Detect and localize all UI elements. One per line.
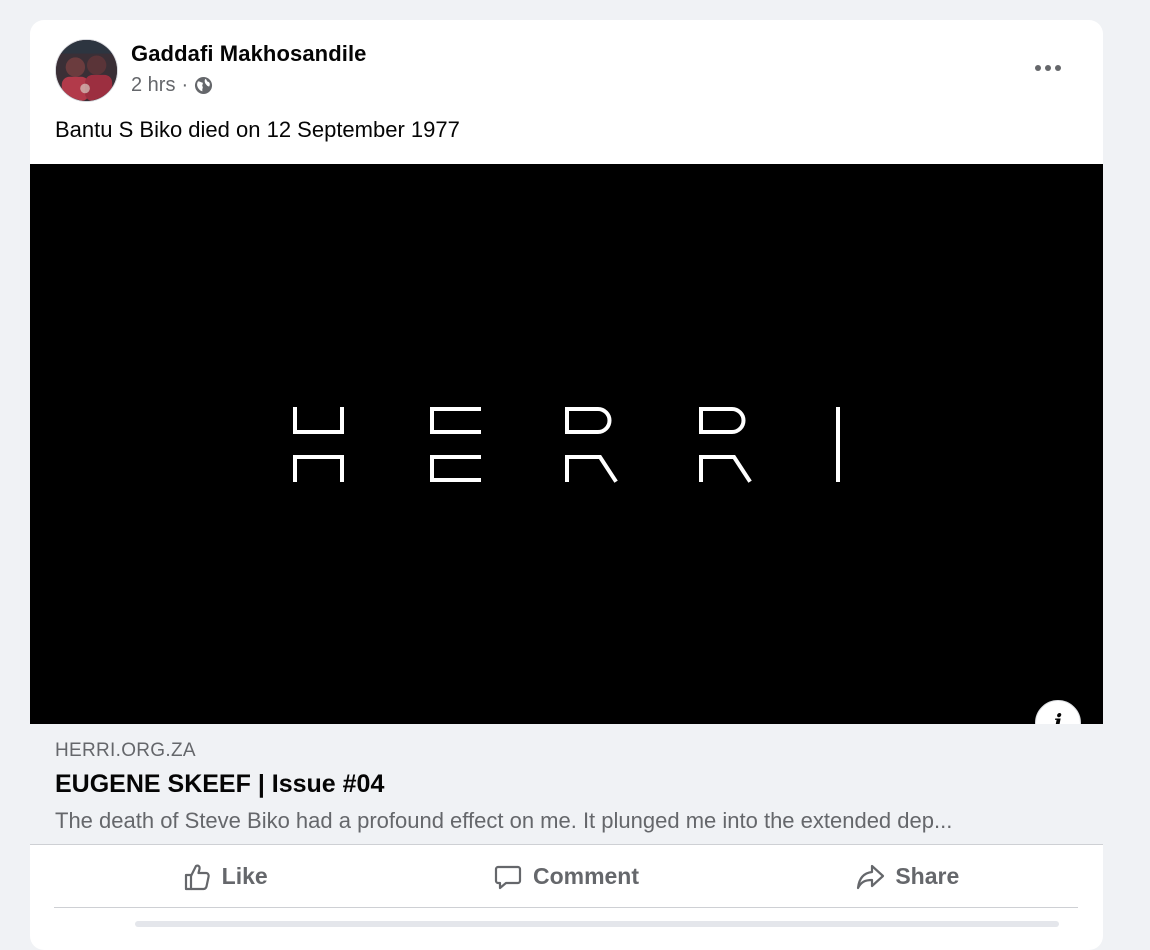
post-card: Gaddafi Makhosandile 2 hrs · Bantu S Bik… [30, 20, 1103, 950]
thumbs-up-icon [184, 864, 210, 890]
herri-logo [293, 407, 840, 483]
like-button[interactable]: Like [54, 846, 395, 907]
comment-button[interactable]: Comment [395, 846, 736, 907]
post-meta: 2 hrs · [131, 74, 213, 97]
author-name[interactable]: Gaddafi Makhosandile [131, 41, 367, 67]
avatar-photo [56, 40, 117, 101]
share-icon [857, 864, 885, 889]
share-label: Share [895, 863, 960, 889]
link-image[interactable] [30, 164, 1103, 724]
post-header: Gaddafi Makhosandile 2 hrs · [30, 20, 1103, 116]
comment-icon [494, 865, 522, 889]
globe-icon[interactable] [194, 76, 213, 95]
more-dot [1035, 65, 1041, 71]
more-dot [1055, 65, 1061, 71]
post-actions: Like Comment Share [54, 846, 1078, 908]
avatar[interactable] [55, 39, 118, 102]
post-timestamp[interactable]: 2 hrs [131, 74, 175, 97]
share-button[interactable]: Share [737, 846, 1078, 907]
link-description: The death of Steve Biko had a profound e… [55, 808, 953, 833]
link-domain: HERRI.ORG.ZA [55, 740, 196, 761]
more-options-button[interactable] [1031, 58, 1065, 78]
more-dot [1045, 65, 1051, 71]
like-label: Like [221, 863, 268, 889]
comment-area-edge [135, 921, 1059, 927]
comment-label: Comment [532, 863, 640, 889]
link-title[interactable]: EUGENE SKEEF | Issue #04 [55, 770, 384, 799]
post-text: Bantu S Biko died on 12 September 1977 [55, 117, 460, 142]
link-preview[interactable]: HERRI.ORG.ZA EUGENE SKEEF | Issue #04 Th… [30, 724, 1103, 845]
meta-separator: · [181, 74, 189, 96]
